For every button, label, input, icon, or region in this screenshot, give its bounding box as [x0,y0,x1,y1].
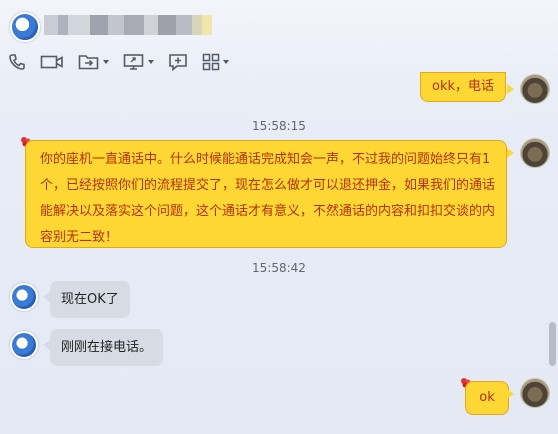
screen-share-button[interactable] [123,50,154,74]
self-avatar[interactable] [520,138,550,168]
message-list[interactable]: okk，电话 15:58:15 你的座机一直通话中。什么时候能通话完成知会一声，… [0,72,558,434]
contact-avatar[interactable] [10,12,40,42]
contact-avatar[interactable] [10,283,38,311]
message-bubble-self[interactable]: okk，电话 [420,72,506,102]
self-avatar[interactable] [520,378,550,408]
apps-button[interactable] [202,50,229,74]
chevron-down-icon [223,60,229,64]
chevron-down-icon [103,60,109,64]
chevron-down-icon [148,60,154,64]
video-button[interactable] [40,50,64,74]
video-icon [40,55,63,69]
message-text: okk，电话 [431,79,494,94]
chat-toolbar [8,50,243,74]
screen-share-icon [123,54,144,70]
message-text: 刚刚在接电话。 [61,340,153,355]
message-bubble-self[interactable]: 你的座机一直通话中。什么时候能通话完成知会一声，不过我的问题始终只有1 个，已经… [25,140,507,248]
bubble-tail [507,84,514,94]
self-avatar[interactable] [520,74,550,104]
bubble-tail [43,340,50,350]
phone-button[interactable] [8,50,26,74]
apps-grid-icon [202,53,220,71]
folder-transfer-icon [78,55,99,70]
add-chat-icon [169,54,187,71]
message-text: 现在OK了 [61,292,119,307]
message-bubble-self[interactable]: ok [465,381,509,415]
add-chat-button[interactable] [168,50,188,74]
message-text-line: 容别无二致！ [40,230,119,245]
bubble-tail [43,292,50,302]
scrollbar-thumb[interactable] [549,322,556,366]
message-timestamp: 15:58:15 [252,119,306,133]
message-text: ok [479,390,495,405]
message-timestamp: 15:58:42 [252,261,306,275]
phone-icon [9,54,25,70]
message-text-line: 你的座机一直通话中。什么时候能通话完成知会一声，不过我的问题始终只有1 [40,152,491,167]
message-bubble-other[interactable]: 刚刚在接电话。 [50,329,163,366]
chat-header [0,0,558,82]
bubble-tail [507,148,514,158]
message-text-line: 个，已经按照你们的流程提交了，现在怎么做才可以退还押金，如果我们的通话 [40,178,496,193]
message-text-line: 能解决以及落实这个问题，这个通话才有意义，不然通话的内容和扣扣交谈的内 [40,204,496,219]
bubble-tail [507,389,514,399]
contact-avatar[interactable] [10,331,38,359]
file-transfer-button[interactable] [78,50,109,74]
contact-name-blurred [44,15,212,35]
message-bubble-other[interactable]: 现在OK了 [50,281,130,318]
